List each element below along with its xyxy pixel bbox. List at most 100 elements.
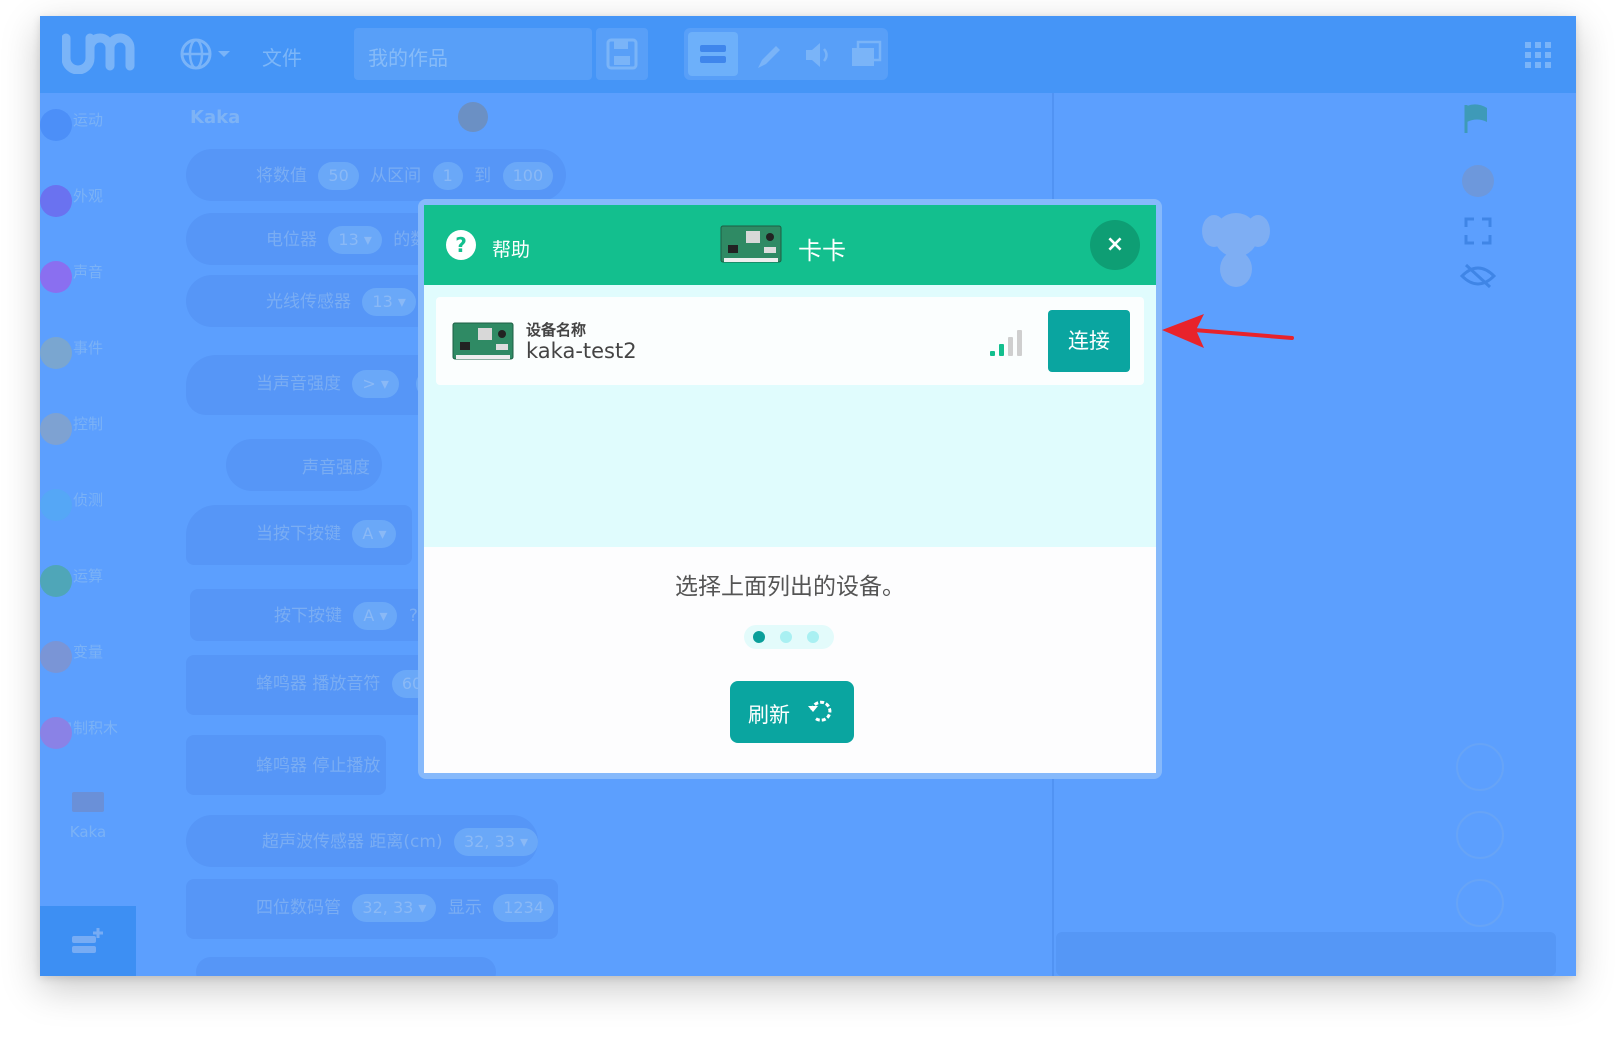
category-dot <box>40 337 72 369</box>
sound-speaker-icon[interactable] <box>802 40 836 70</box>
category-motion[interactable]: 运动 <box>40 103 136 141</box>
add-extension-icon <box>72 928 103 953</box>
green-flag-icon[interactable] <box>1460 101 1494 135</box>
category-my-blocks[interactable]: 自制积木 <box>40 711 136 749</box>
block-dropdown[interactable]: > ▾ <box>352 370 399 398</box>
category-dot <box>40 641 72 673</box>
category-control[interactable]: 控制 <box>40 407 136 445</box>
add-extension-button[interactable] <box>40 906 136 976</box>
block-label: 蜂鸣器 播放音符 <box>256 674 381 694</box>
block-partial <box>196 957 496 976</box>
block-label: 按下按键 <box>274 606 342 626</box>
zoom-out-icon[interactable] <box>1456 811 1504 859</box>
page-dot[interactable] <box>753 631 765 643</box>
annotation-arrow-icon <box>1162 314 1294 348</box>
block-label: 蜂鸣器 停止播放 <box>256 756 381 776</box>
category-operators[interactable]: 运算 <box>40 559 136 597</box>
block-input[interactable]: 50 <box>318 162 359 190</box>
page-dot[interactable] <box>807 631 819 643</box>
connect-button[interactable]: 连接 <box>1048 310 1130 372</box>
fullscreen-icon[interactable] <box>1464 217 1492 245</box>
apps-grid-icon[interactable] <box>1523 40 1553 70</box>
block-when-key-pressed[interactable]: 当按下按键 A ▾ <box>186 505 412 565</box>
category-sensing[interactable]: 侦测 <box>40 483 136 521</box>
instructions-text: 选择上面列出的设备。 <box>675 574 905 600</box>
block-label: ? <box>408 606 418 626</box>
category-variables[interactable]: 变量 <box>40 635 136 673</box>
block-buzzer-stop[interactable]: 蜂鸣器 停止播放 <box>186 735 386 795</box>
kaka-board-icon <box>72 792 104 812</box>
block-input[interactable]: 100 <box>502 162 554 190</box>
block-dropdown[interactable]: 13 ▾ <box>362 288 416 316</box>
block-label: 当按下按键 <box>256 524 341 544</box>
block-label: 到 <box>474 166 492 186</box>
save-button[interactable] <box>596 28 648 80</box>
block-input[interactable]: 1234 <box>493 894 554 922</box>
category-dot <box>40 261 72 293</box>
refresh-label: 刷新 <box>748 703 790 727</box>
block-dropdown[interactable]: 32, 33 ▾ <box>352 894 437 922</box>
um-logo-icon[interactable] <box>62 30 142 74</box>
block-label: 四位数码管 <box>256 898 341 918</box>
category-dot <box>40 185 72 217</box>
pagination-dots <box>744 625 834 649</box>
help-link[interactable]: 帮助 <box>492 235 530 262</box>
block-sound-level[interactable]: 声音强度 <box>226 439 382 491</box>
block-text: 超声波传感器 距离(cm) 32, 33 ▾ <box>262 827 544 856</box>
category-dot <box>40 717 72 749</box>
block-label: 光线传感器 <box>266 292 351 312</box>
tab-code[interactable] <box>688 32 738 76</box>
hide-eye-icon[interactable] <box>1460 261 1496 291</box>
block-ultrasonic-distance[interactable]: 超声波传感器 距离(cm) 32, 33 ▾ <box>186 815 538 867</box>
category-dot <box>40 565 72 597</box>
block-text: 四位数码管 32, 33 ▾ 显示 1234 <box>256 893 560 922</box>
block-label: 显示 <box>447 898 482 918</box>
block-text: 将数值 50 从区间 1 到 100 <box>256 161 559 190</box>
zoom-in-icon[interactable] <box>1456 743 1504 791</box>
block-label: 超声波传感器 距离(cm) <box>262 832 443 852</box>
project-title-input[interactable]: 我的作品 <box>354 28 592 80</box>
block-dropdown[interactable]: A ▾ <box>352 520 397 548</box>
block-key-pressed[interactable]: 按下按键 A ▾ ? <box>190 589 452 641</box>
language-globe-icon[interactable] <box>180 36 236 72</box>
category-sound[interactable]: 声音 <box>40 255 136 293</box>
block-input[interactable]: 1 <box>432 162 463 190</box>
device-connection-modal: ? 帮助 卡卡 × 设备名称 kaka-test2 连接 选择上面列出的设备。 … <box>424 205 1156 773</box>
block-label: 声音强度 <box>302 458 370 478</box>
block-map-value[interactable]: 将数值 50 从区间 1 到 100 <box>186 149 566 201</box>
stage-layers-icon[interactable] <box>850 38 884 70</box>
block-text: 当按下按键 A ▾ <box>256 519 402 548</box>
category-dot <box>40 413 72 445</box>
modal-title: 卡卡 <box>798 237 846 265</box>
block-dropdown[interactable]: 13 ▾ <box>328 226 382 254</box>
block-four-digit-display[interactable]: 四位数码管 32, 33 ▾ 显示 1234 <box>186 879 558 939</box>
palette-title: Kaka <box>190 107 241 128</box>
block-dropdown[interactable]: A ▾ <box>353 602 398 630</box>
category-dot <box>40 109 72 141</box>
refresh-button[interactable]: 刷新 <box>730 681 854 743</box>
costume-brush-icon[interactable] <box>752 40 784 72</box>
category-label: Kaka <box>69 823 107 841</box>
elephant-sprite-icon[interactable] <box>1200 207 1272 291</box>
category-looks[interactable]: 外观 <box>40 179 136 217</box>
page-dot[interactable] <box>780 631 792 643</box>
category-kaka[interactable]: Kaka <box>40 791 136 841</box>
category-events[interactable]: 事件 <box>40 331 136 369</box>
close-button[interactable]: × <box>1090 220 1140 270</box>
block-dropdown[interactable]: 32, 33 ▾ <box>453 828 538 856</box>
stop-icon[interactable] <box>1462 165 1494 197</box>
kaka-board-icon <box>720 225 782 263</box>
palette-help-icon[interactable] <box>458 102 488 132</box>
block-label: 从区间 <box>370 166 422 186</box>
modal-header: ? 帮助 卡卡 × <box>424 205 1156 285</box>
signal-strength-icon <box>990 330 1022 356</box>
device-name: kaka-test2 <box>526 339 637 363</box>
block-text: 按下按键 A ▾ ? <box>274 601 418 630</box>
project-title-text: 我的作品 <box>368 46 448 70</box>
menu-bar: 文件 我的作品 <box>40 16 1576 93</box>
sprite-info-panel <box>1056 932 1556 976</box>
file-menu[interactable]: 文件 <box>262 42 302 71</box>
device-list-item[interactable]: 设备名称 kaka-test2 连接 <box>436 297 1144 385</box>
zoom-reset-icon[interactable] <box>1456 879 1504 927</box>
help-icon[interactable]: ? <box>446 230 476 260</box>
